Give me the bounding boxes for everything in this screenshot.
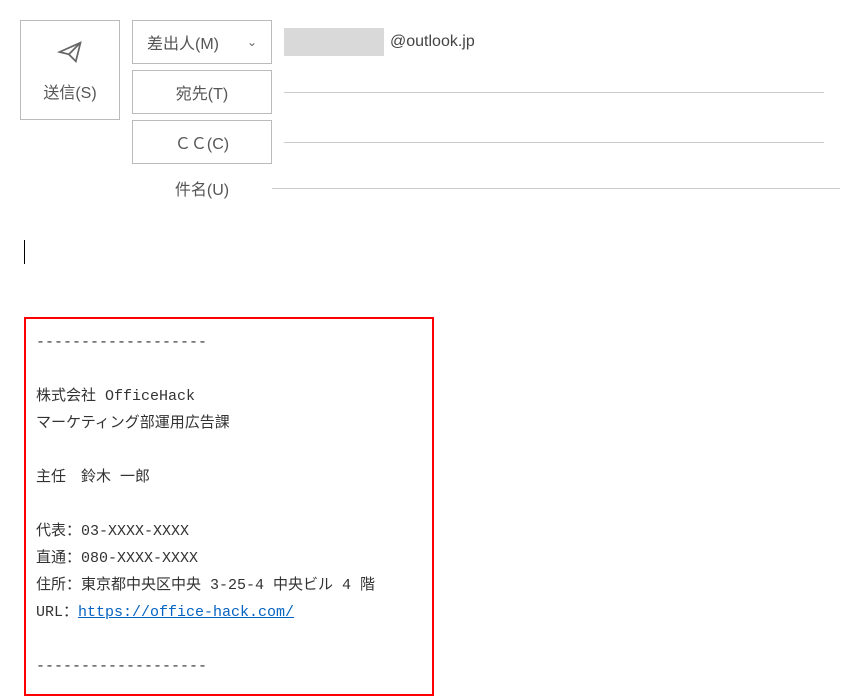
to-label: 宛先(T) bbox=[176, 80, 228, 104]
send-label: 送信(S) bbox=[43, 79, 96, 103]
masked-email-user bbox=[284, 28, 384, 56]
sig-tel-direct: 直通：080-XXXX-XXXX bbox=[36, 545, 418, 572]
message-body[interactable]: ------------------- 株式会社 OfficeHack マーケテ… bbox=[20, 240, 840, 696]
text-cursor bbox=[24, 240, 25, 264]
sig-url-row: URL：https://office-hack.com/ bbox=[36, 599, 418, 626]
sig-title-name: 主任 鈴木 一郎 bbox=[36, 464, 418, 491]
cc-input[interactable] bbox=[284, 142, 824, 143]
from-value: @outlook.jp bbox=[284, 20, 824, 64]
from-domain: @outlook.jp bbox=[390, 33, 475, 51]
subject-label: 件名(U) bbox=[132, 176, 272, 200]
chevron-down-icon: ⌄ bbox=[247, 35, 257, 49]
send-button[interactable]: 送信(S) bbox=[20, 20, 120, 120]
sig-address: 住所：東京都中央区中央 3-25-4 中央ビル 4 階 bbox=[36, 572, 418, 599]
subject-input[interactable] bbox=[272, 188, 840, 189]
sig-url-label: URL： bbox=[36, 604, 78, 621]
sig-divider-bottom: ------------------- bbox=[36, 653, 418, 680]
sig-divider-top: ------------------- bbox=[36, 329, 418, 356]
sig-department: マーケティング部運用広告課 bbox=[36, 410, 418, 437]
cc-button[interactable]: ＣＣ(C) bbox=[132, 120, 272, 164]
from-label: 差出人(M) bbox=[147, 30, 219, 54]
sig-url-link[interactable]: https://office-hack.com/ bbox=[78, 604, 294, 621]
from-button[interactable]: 差出人(M) ⌄ bbox=[132, 20, 272, 64]
sig-tel-main: 代表：03-XXXX-XXXX bbox=[36, 518, 418, 545]
send-icon bbox=[56, 38, 84, 69]
sig-company: 株式会社 OfficeHack bbox=[36, 383, 418, 410]
to-input[interactable] bbox=[284, 92, 824, 93]
cc-label: ＣＣ(C) bbox=[175, 130, 229, 154]
to-button[interactable]: 宛先(T) bbox=[132, 70, 272, 114]
signature-block: ------------------- 株式会社 OfficeHack マーケテ… bbox=[24, 317, 434, 696]
